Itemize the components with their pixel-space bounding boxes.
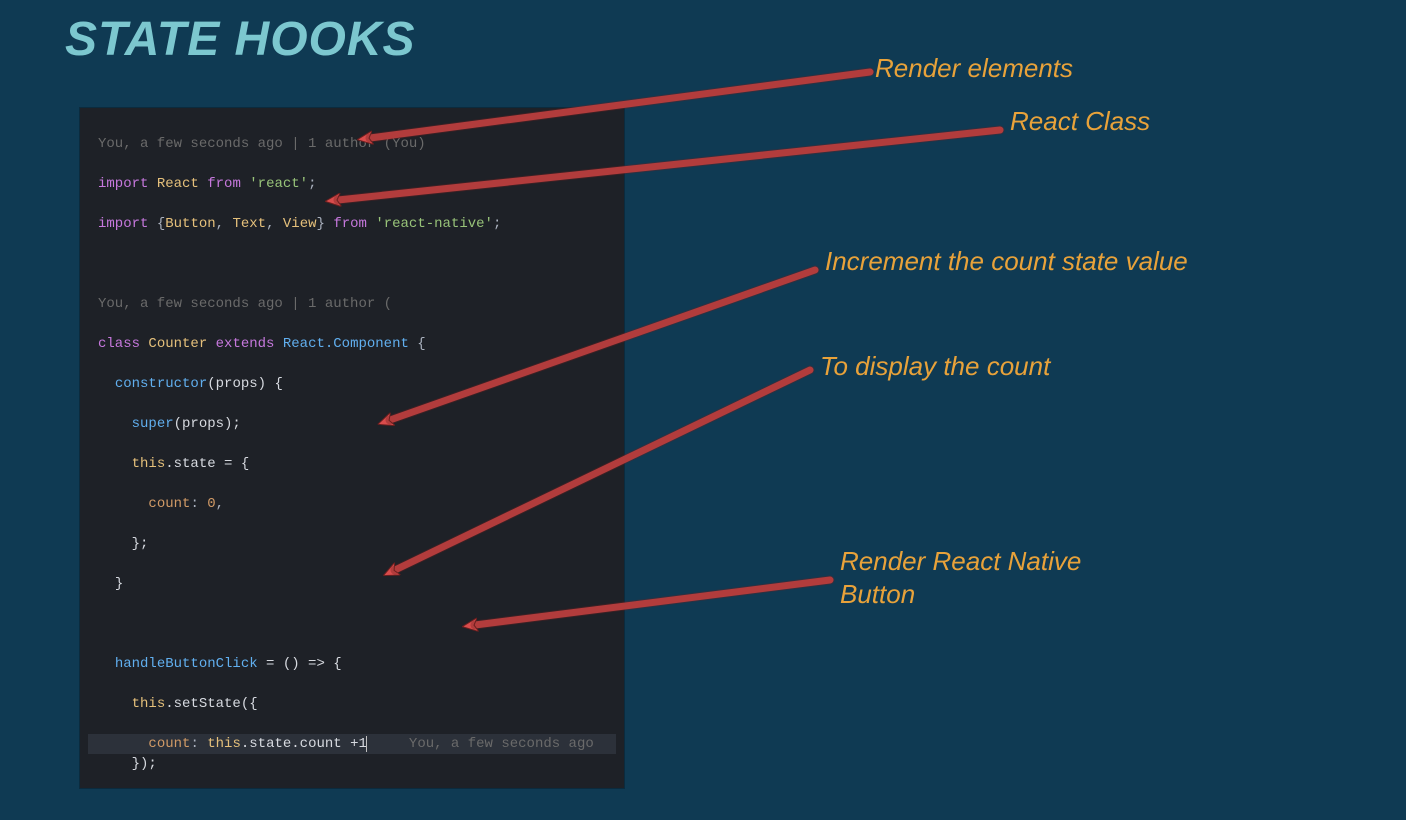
annotation-render-button: Render React Native Button	[840, 545, 1160, 610]
annotation-display-count: To display the count	[820, 350, 1050, 383]
slide-title: STATE HOOKS	[65, 12, 416, 67]
code-line-super: super(props);	[88, 414, 616, 434]
codelens-top: You, a few seconds ago | 1 author (You)	[88, 134, 616, 154]
slide: STATE HOOKS Render elements React Class …	[0, 0, 1406, 820]
codelens-class: You, a few seconds ago | 1 author (	[88, 294, 616, 314]
annotation-increment: Increment the count state value	[825, 245, 1188, 278]
code-line-increment: count: this.state.count +1 You, a few se…	[88, 734, 616, 754]
code-line-setstate: this.setState({	[88, 694, 616, 714]
code-line-import-react: import React from 'react';	[88, 174, 616, 194]
code-line-this-state: this.state = {	[88, 454, 616, 474]
codelens-inline: You, a few seconds ago	[409, 736, 594, 752]
code-line-close-state: };	[88, 534, 616, 554]
annotation-react-class: React Class	[1010, 105, 1150, 138]
code-line-class: class Counter extends React.Component {	[88, 334, 616, 354]
code-line-import-rn: import {Button, Text, View} from 'react-…	[88, 214, 616, 234]
blank	[88, 254, 616, 274]
code-line-handleclick: handleButtonClick = () => {	[88, 654, 616, 674]
code-line-close-ctor: }	[88, 574, 616, 594]
code-line-count0: count: 0,	[88, 494, 616, 514]
text-caret	[366, 736, 367, 752]
code-line-ctor: constructor(props) {	[88, 374, 616, 394]
blank	[88, 614, 616, 634]
code-editor: You, a few seconds ago | 1 author (You) …	[80, 108, 624, 788]
annotation-render-elements: Render elements	[875, 52, 1073, 85]
code-line-close-setstate: });	[88, 754, 616, 774]
